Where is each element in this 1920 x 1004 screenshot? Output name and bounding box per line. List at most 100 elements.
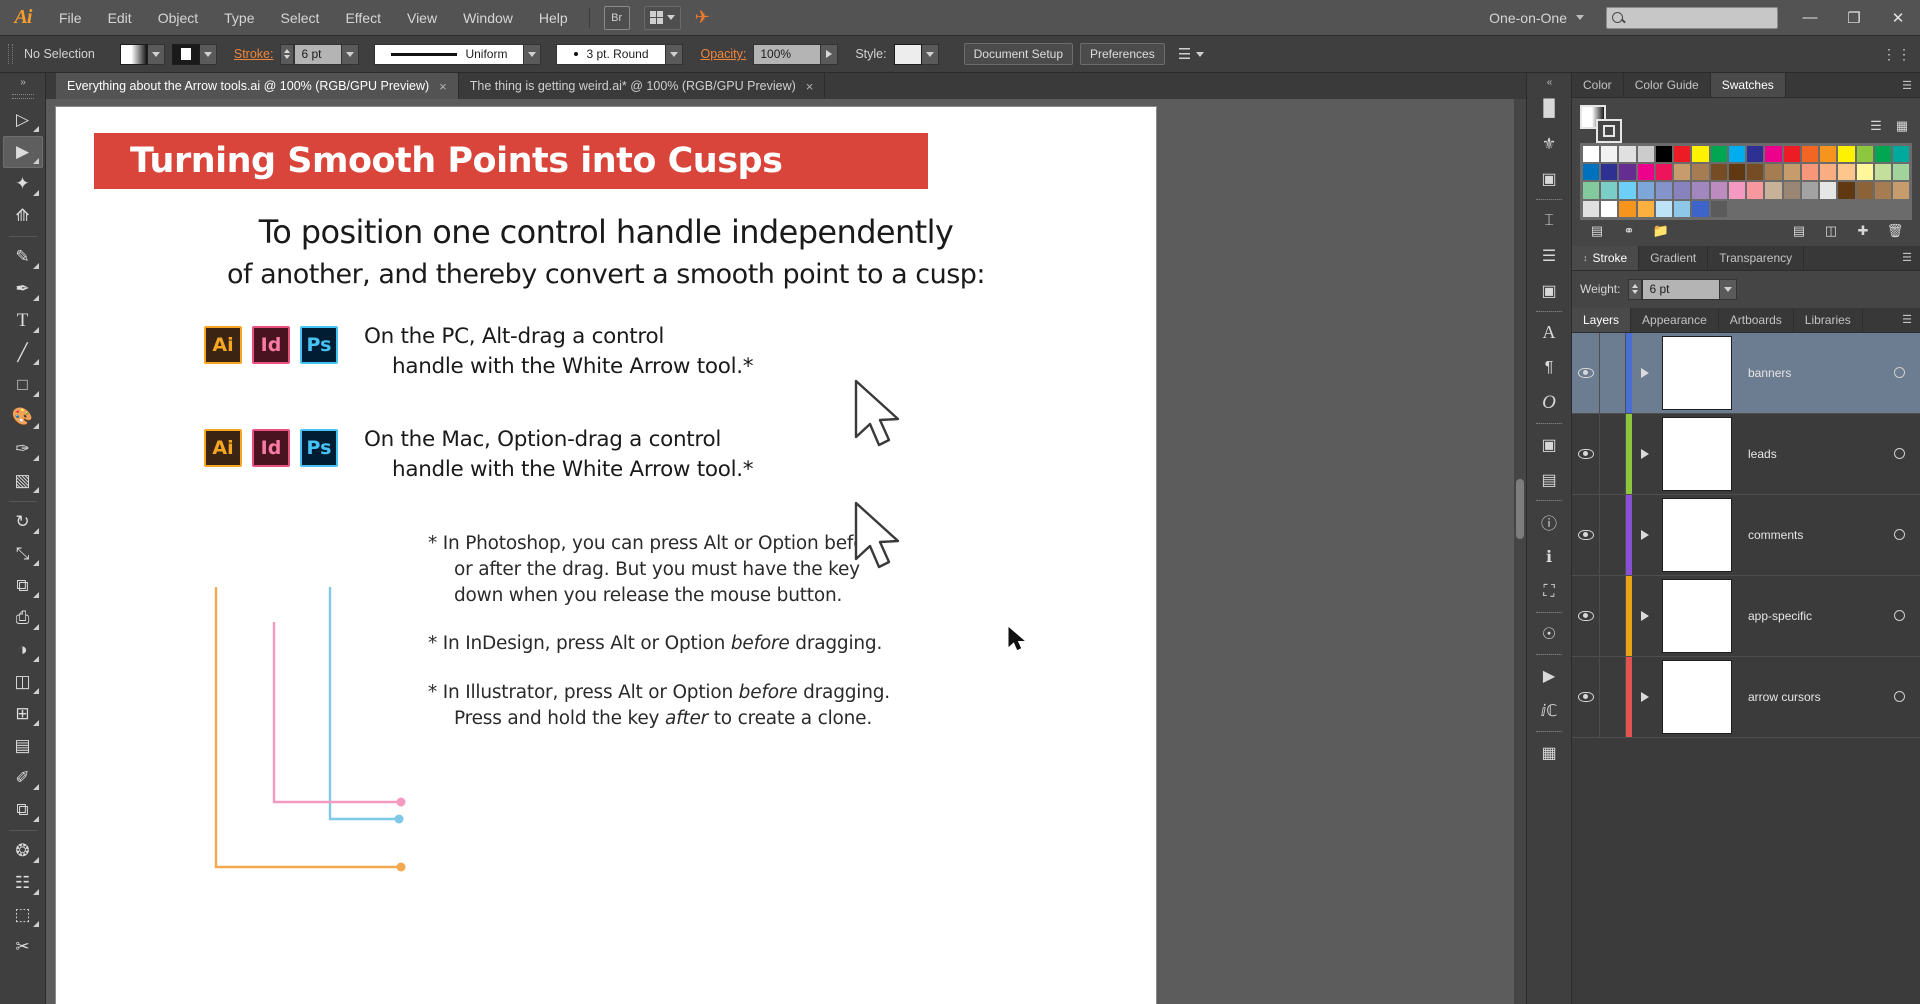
menu-view[interactable]: View (394, 0, 450, 36)
swatch-cell[interactable] (1654, 199, 1674, 218)
variable-width-profile-control[interactable]: Uniform (374, 43, 542, 65)
swatch-cell[interactable] (1618, 145, 1637, 164)
layer-visibility-toggle[interactable] (1572, 413, 1600, 494)
swatch-link-icon[interactable]: ⚭ (1619, 222, 1639, 240)
swatch-folder-icon[interactable]: 📁 (1651, 222, 1671, 240)
stroke-label[interactable]: Stroke: (234, 47, 274, 61)
width-profile-value[interactable]: Uniform (374, 43, 525, 65)
panel-menu-icon[interactable]: ☰ (1894, 73, 1920, 97)
layer-name[interactable]: comments (1736, 495, 1878, 575)
artboards-panel-icon[interactable]: ▦ (1529, 735, 1569, 770)
swatch-cell[interactable] (1691, 181, 1710, 200)
panel-menu-icon[interactable]: ☰ (1894, 308, 1920, 332)
character-panel-icon[interactable]: A (1529, 315, 1569, 350)
shape-builder-tool[interactable]: ◑ (3, 634, 43, 666)
bridge-icon[interactable]: Br (603, 5, 630, 30)
align-panel-icon[interactable]: ☰ (1529, 238, 1569, 273)
swatch-cell[interactable] (1709, 163, 1728, 182)
menu-effect[interactable]: Effect (332, 0, 394, 36)
stroke-panel-stepper[interactable] (1628, 278, 1643, 300)
slice-tool[interactable]: ✂ (3, 931, 43, 963)
swatch-cell[interactable] (1727, 145, 1747, 164)
symbols-panel-icon[interactable]: ⚜ (1529, 126, 1569, 161)
opacity-value[interactable]: 100% (753, 43, 822, 65)
document-setup-button[interactable]: Document Setup (963, 43, 1073, 65)
swatch-cell[interactable] (1837, 163, 1856, 182)
fill-swatch[interactable] (119, 43, 148, 65)
swatch-cell[interactable] (1764, 163, 1783, 182)
swatch-cell[interactable] (1673, 181, 1692, 200)
dock-collapse-button[interactable]: « (1547, 73, 1552, 91)
swatch-cell[interactable] (1727, 181, 1747, 200)
links-chain-panel-icon[interactable]: ⅈℂ (1529, 693, 1569, 728)
column-graph-tool[interactable]: ☷ (3, 867, 43, 899)
chevron-down-icon[interactable] (1196, 51, 1205, 57)
layer-expand-toggle[interactable] (1632, 333, 1658, 413)
fill-stroke-indicator[interactable] (1580, 105, 1626, 145)
stepper-up-icon[interactable] (284, 49, 291, 53)
opacity-control[interactable]: 100% (753, 43, 839, 65)
swatch-cell[interactable] (1654, 145, 1674, 164)
align-icon[interactable]: ☰ (1178, 45, 1191, 63)
menu-window[interactable]: Window (450, 0, 526, 36)
swatch-cell[interactable] (1891, 145, 1911, 164)
stroke-dropdown[interactable] (199, 43, 217, 65)
swatch-cell[interactable] (1636, 163, 1655, 182)
layer-lock-toggle[interactable] (1600, 413, 1626, 494)
stroke-panel-weight-control[interactable]: 6 pt (1628, 278, 1738, 300)
links-panel-icon[interactable]: ⛶ (1529, 574, 1569, 609)
minimize-button[interactable]: — (1788, 0, 1832, 36)
layer-visibility-toggle[interactable] (1572, 332, 1600, 413)
layer-lock-toggle[interactable] (1600, 575, 1626, 656)
layer-visibility-toggle[interactable] (1572, 494, 1600, 575)
menu-edit[interactable]: Edit (95, 0, 145, 36)
opentype-panel-icon[interactable]: O (1529, 385, 1569, 420)
swatch-cell[interactable] (1746, 181, 1765, 200)
swatch-cell[interactable] (1691, 199, 1710, 218)
canvas[interactable]: Turning Smooth Points into Cusps To posi… (46, 99, 1526, 1004)
swatch-cell[interactable] (1855, 163, 1874, 182)
shaper-tool[interactable]: ✑ (3, 433, 43, 465)
canvas-vertical-scrollbar[interactable] (1514, 99, 1526, 1004)
swatch-cell[interactable] (1873, 163, 1892, 182)
eraser-tool[interactable]: ▧ (3, 465, 43, 497)
layer-name[interactable]: banners (1736, 333, 1878, 413)
swatch-cell[interactable] (1873, 145, 1892, 164)
swatch-cell[interactable] (1636, 181, 1655, 200)
swatch-cell[interactable] (1618, 199, 1637, 218)
curvature-tool[interactable]: ✒ (3, 273, 43, 305)
swatch-cell[interactable] (1582, 145, 1601, 164)
style-swatch[interactable] (893, 43, 922, 65)
swatch-cell[interactable] (1618, 163, 1637, 182)
style-dropdown[interactable] (921, 43, 939, 65)
character-styles-panel-icon[interactable]: ▣ (1529, 427, 1569, 462)
rotate-tool[interactable]: ↻ (3, 506, 43, 538)
tab-transparency[interactable]: Transparency (1708, 245, 1805, 270)
brushes-panel-icon[interactable]: █ (1529, 91, 1569, 126)
layer-expand-toggle[interactable] (1632, 495, 1658, 575)
swatch-cell[interactable] (1782, 163, 1801, 182)
selection-tool[interactable]: ▷ (3, 104, 43, 136)
fill-color-control[interactable] (119, 43, 165, 65)
swatch-cell[interactable] (1600, 199, 1619, 218)
menu-help[interactable]: Help (526, 0, 581, 36)
layer-row[interactable]: leads (1572, 413, 1920, 495)
document-tab-2[interactable]: The thing is getting weird.ai* @ 100% (R… (458, 73, 826, 99)
swatch-cell[interactable] (1764, 181, 1783, 200)
tools-panel-grip[interactable] (11, 94, 34, 99)
layer-target-indicator[interactable] (1878, 657, 1920, 737)
tab-swatches[interactable]: Swatches (1710, 73, 1786, 97)
layer-row[interactable]: banners (1572, 332, 1920, 414)
stepper-down-icon[interactable] (1632, 290, 1639, 295)
menu-type[interactable]: Type (211, 0, 267, 36)
lasso-tool[interactable]: ⟰ (3, 200, 43, 232)
swatch-cell[interactable] (1673, 145, 1692, 164)
layer-row[interactable]: comments (1572, 494, 1920, 576)
search-input[interactable] (1628, 10, 1772, 25)
stock-search-icon[interactable]: ✈ (695, 7, 710, 28)
layer-expand-toggle[interactable] (1632, 576, 1658, 656)
preferences-button[interactable]: Preferences (1080, 43, 1165, 65)
perspective-grid-tool[interactable]: ◫ (3, 666, 43, 698)
control-bar-grip[interactable] (8, 44, 13, 64)
menu-select[interactable]: Select (268, 0, 333, 36)
